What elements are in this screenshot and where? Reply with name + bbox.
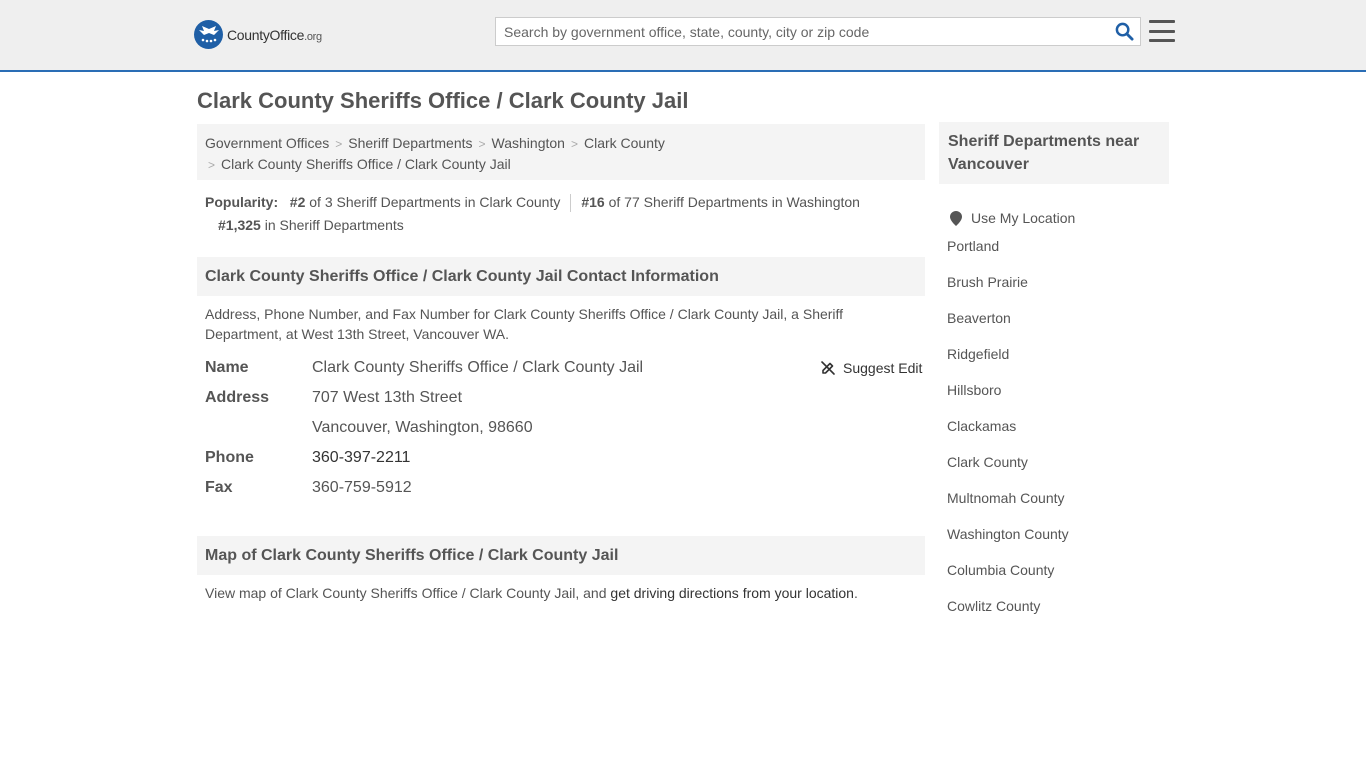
nearby-link-ridgefield[interactable]: Ridgefield [947, 346, 1009, 362]
map-text-end: . [853, 585, 858, 601]
search-bar [495, 17, 1141, 46]
chevron-right-icon: > [335, 137, 343, 151]
list-item: Cowlitz County [947, 596, 1075, 632]
breadcrumb-sheriff-departments[interactable]: Sheriff Departments [348, 135, 472, 151]
map-text: View map of Clark County Sheriffs Office… [205, 585, 607, 601]
hamburger-menu-icon[interactable] [1149, 18, 1175, 44]
map-heading: Map of Clark County Sheriffs Office / Cl… [197, 536, 925, 575]
popularity-label: Popularity: [205, 194, 279, 210]
chevron-right-icon: > [570, 137, 578, 151]
nearby-link-clackamas[interactable]: Clackamas [947, 418, 1016, 434]
map-description: View map of Clark County Sheriffs Office… [205, 583, 905, 603]
address-label: Address [205, 389, 270, 406]
nearby-link-brush-prairie[interactable]: Brush Prairie [947, 274, 1028, 290]
search-icon [1115, 22, 1134, 41]
nearby-link-multnomah-county[interactable]: Multnomah County [947, 490, 1065, 506]
breadcrumb-washington[interactable]: Washington [492, 135, 565, 151]
list-item: Clark County [947, 452, 1075, 488]
rank-national: #1,325 [218, 217, 261, 233]
breadcrumb: Government Offices > Sheriff Departments > W… [197, 124, 925, 180]
divider [570, 194, 572, 213]
list-item: Washington County [947, 524, 1075, 560]
nearby-link-beaverton[interactable]: Beaverton [947, 310, 1011, 326]
list-item: Portland [947, 236, 1075, 272]
nearby-link-portland[interactable]: Portland [947, 238, 999, 254]
chevron-right-icon: > [478, 137, 486, 151]
list-item: Hillsboro [947, 380, 1075, 416]
phone-label: Phone [205, 449, 254, 466]
address-line1: 707 West 13th Street [312, 389, 463, 406]
contact-heading: Clark County Sheriffs Office / Clark Cou… [197, 257, 925, 296]
sidebar-heading: Sheriff Departments near Vancouver [939, 122, 1169, 184]
map-pin-icon [950, 210, 962, 226]
nearby-link-hillsboro[interactable]: Hillsboro [947, 382, 1001, 398]
nearby-list: Use My Location Portland Brush Prairie B… [947, 200, 1075, 632]
phone-link[interactable]: 360-397-2211 [312, 449, 410, 466]
contact-description: Address, Phone Number, and Fax Number fo… [205, 306, 844, 342]
nearby-link-columbia-county[interactable]: Columbia County [947, 562, 1054, 578]
edit-off-icon [821, 361, 835, 375]
list-item: Clackamas [947, 416, 1075, 452]
site-header: CountyOffice.org [0, 0, 1366, 72]
driving-directions-link[interactable]: get driving directions from your locatio… [610, 585, 854, 601]
site-logo[interactable]: CountyOffice.org [194, 20, 322, 49]
nearby-link-cowlitz-county[interactable]: Cowlitz County [947, 598, 1040, 614]
fax-value: 360-759-5912 [312, 479, 412, 496]
logo-text: CountyOffice.org [227, 26, 322, 43]
eagle-logo-icon [194, 20, 223, 49]
rank-state-text: of 77 Sheriff Departments in Washington [608, 194, 860, 210]
name-label: Name [205, 359, 249, 376]
name-value: Clark County Sheriffs Office / Clark Cou… [312, 359, 644, 376]
search-button[interactable] [1108, 18, 1140, 45]
page-title: Clark County Sheriffs Office / Clark Cou… [197, 88, 689, 113]
use-my-location-link[interactable]: Use My Location [971, 208, 1075, 228]
list-item: Multnomah County [947, 488, 1075, 524]
nearby-link-washington-county[interactable]: Washington County [947, 526, 1069, 542]
chevron-right-icon: > [208, 158, 216, 172]
breadcrumb-clark-county[interactable]: Clark County [584, 135, 665, 151]
list-item: Ridgefield [947, 344, 1075, 380]
rank-state: #16 [581, 194, 605, 210]
list-item: Columbia County [947, 560, 1075, 596]
search-input[interactable] [496, 18, 1108, 45]
suggest-edit-link[interactable]: Suggest Edit [843, 360, 922, 376]
nearby-link-clark-county[interactable]: Clark County [947, 454, 1028, 470]
rank-county: #2 [289, 194, 306, 210]
address-line2: Vancouver, Washington, 98660 [312, 419, 533, 436]
rank-national-text: in Sheriff Departments [264, 217, 404, 233]
rank-county-text: of 3 Sheriff Departments in Clark County [309, 194, 561, 210]
popularity: Popularity: #2 of 3 Sheriff Departments … [205, 191, 925, 237]
list-item: Beaverton [947, 308, 1075, 344]
phone-value: 360-397-2211 [312, 449, 410, 467]
suggest-edit[interactable]: Suggest Edit [820, 360, 922, 376]
breadcrumb-government-offices[interactable]: Government Offices [205, 135, 329, 151]
breadcrumb-current: Clark County Sheriffs Office / Clark Cou… [221, 156, 511, 172]
fax-label: Fax [205, 479, 233, 496]
use-my-location[interactable]: Use My Location [947, 200, 1075, 236]
list-item: Brush Prairie [947, 272, 1075, 308]
